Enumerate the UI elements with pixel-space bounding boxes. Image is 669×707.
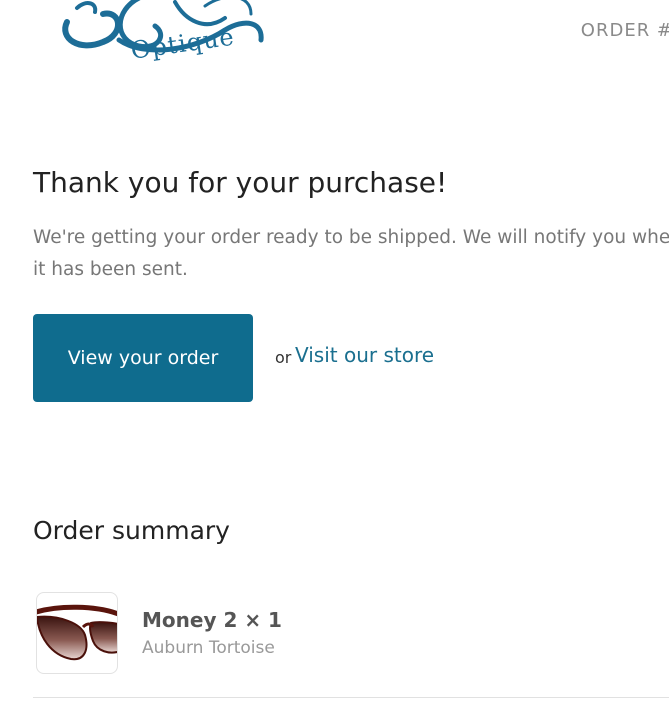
order-summary-title: Order summary: [33, 516, 230, 545]
store-logo[interactable]: Optique: [55, 0, 270, 110]
visit-store-link[interactable]: Visit our store: [295, 343, 434, 367]
page-title: Thank you for your purchase!: [33, 166, 448, 199]
page: Optique ORDER # Thank you for your purch…: [0, 0, 669, 707]
item-variant: Auburn Tortoise: [142, 638, 275, 658]
sunglasses-product-image: [36, 592, 118, 674]
sunglasses-icon: [37, 604, 117, 661]
confirmation-message: We're getting your order ready to be shi…: [33, 227, 669, 280]
or-text: or: [275, 348, 292, 367]
order-number: ORDER #: [580, 20, 669, 41]
order-line-item: Money 2 × 1 Auburn Tortoise: [36, 592, 669, 674]
item-name: Money 2 × 1: [142, 608, 282, 632]
summary-divider: [33, 697, 669, 698]
view-order-button[interactable]: View your order: [33, 314, 253, 402]
